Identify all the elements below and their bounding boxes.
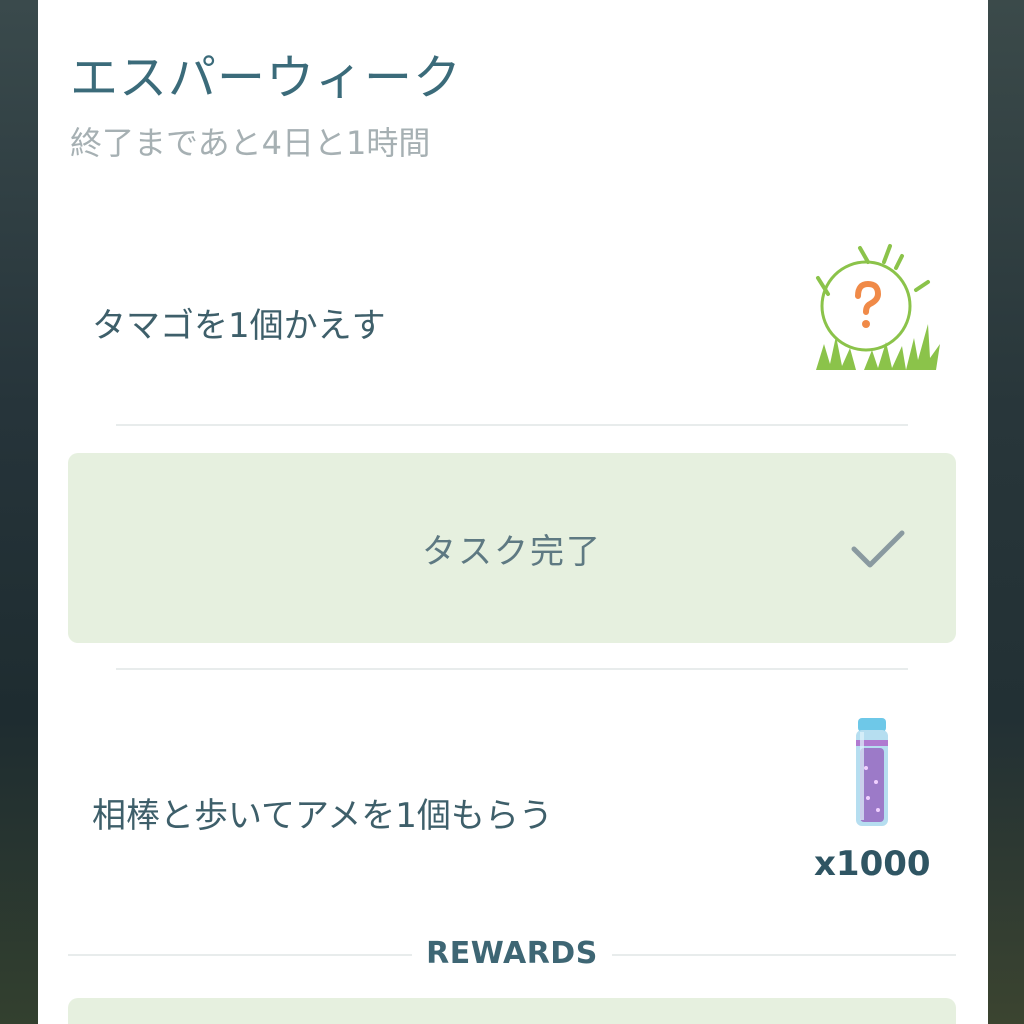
checkmark-icon: [850, 527, 906, 571]
research-title: エスパーウィーク: [70, 50, 463, 106]
task-label-hatch-egg: タマゴを1個かえす: [92, 306, 386, 346]
divider: [116, 424, 908, 426]
rewards-heading: REWARDS: [426, 936, 598, 971]
task-complete-label: タスク完了: [422, 531, 602, 572]
task-complete-banner: タスク完了: [68, 453, 956, 643]
mystery-egg-grass-icon: [806, 238, 942, 376]
background-left: [0, 0, 38, 1024]
rewards-divider-right: [612, 954, 956, 956]
reward-box: [68, 998, 956, 1024]
stardust-potion-icon: [852, 718, 892, 830]
time-remaining: 終了まであと4日と1時間: [70, 124, 431, 162]
rewards-divider-left: [68, 954, 412, 956]
divider: [116, 668, 908, 670]
background-right: [988, 0, 1024, 1024]
task-label-buddy-candy: 相棒と歩いてアメを1個もらう: [92, 796, 553, 836]
reward-quantity: x1000: [814, 844, 931, 884]
research-panel: エスパーウィーク 終了まであと4日と1時間 タマゴを1個かえす タスク完了 相棒…: [38, 0, 988, 1024]
